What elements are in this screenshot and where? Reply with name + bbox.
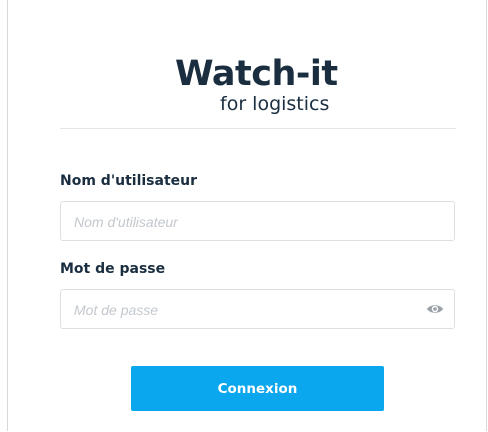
brand-tagline: for logistics bbox=[220, 93, 330, 115]
password-input[interactable] bbox=[72, 290, 416, 330]
connexion-button[interactable]: Connexion bbox=[131, 366, 384, 411]
username-input[interactable] bbox=[72, 202, 416, 242]
password-field-wrapper bbox=[60, 289, 455, 330]
eye-icon[interactable] bbox=[426, 302, 444, 316]
login-card: Watch-it for logistics Nom d'utilisateur… bbox=[7, 0, 487, 431]
brand-name: Watch-it bbox=[175, 54, 338, 94]
header-divider bbox=[60, 128, 456, 129]
username-field-wrapper bbox=[60, 201, 455, 242]
username-label: Nom d'utilisateur bbox=[60, 173, 197, 189]
password-label: Mot de passe bbox=[60, 261, 166, 277]
